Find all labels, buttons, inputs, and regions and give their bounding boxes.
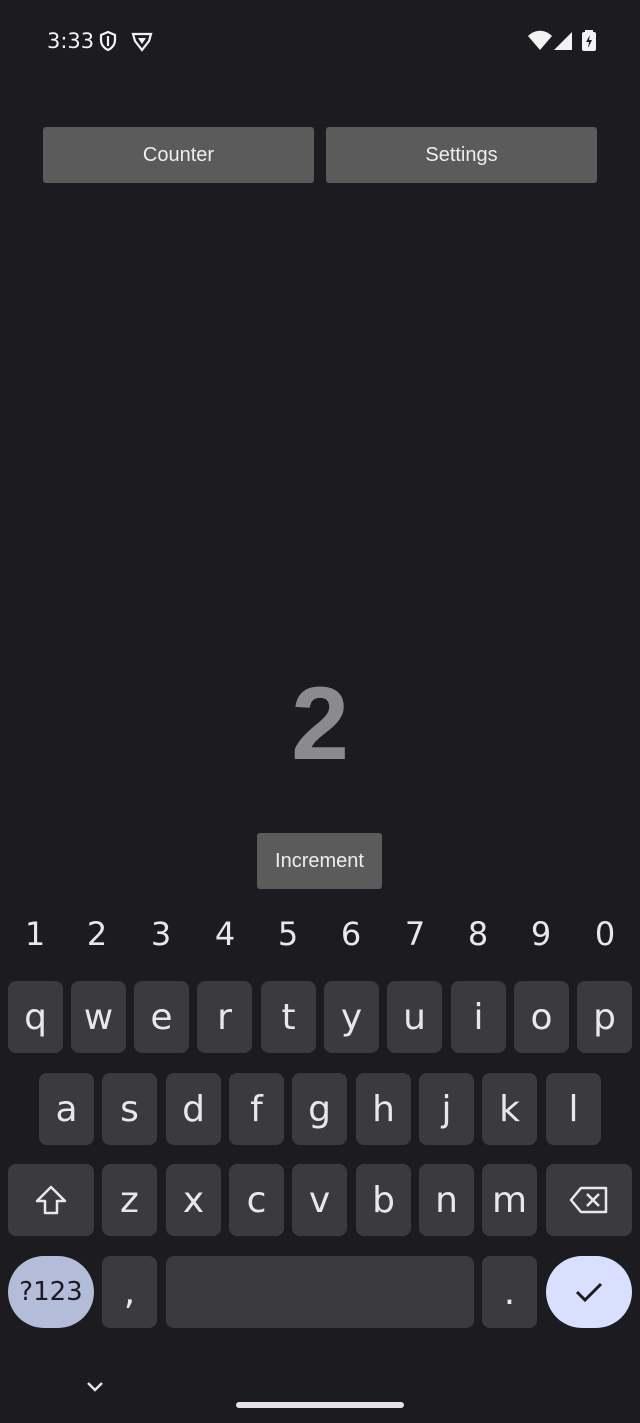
key-v[interactable]: v <box>292 1164 347 1236</box>
key-z[interactable]: z <box>102 1164 157 1236</box>
backspace-icon <box>569 1186 608 1214</box>
key-n[interactable]: n <box>419 1164 474 1236</box>
key-b[interactable]: b <box>356 1164 411 1236</box>
key-4[interactable]: 4 <box>205 914 245 954</box>
shift-key[interactable] <box>8 1164 94 1236</box>
key-x[interactable]: x <box>166 1164 221 1236</box>
backspace-key[interactable] <box>546 1164 632 1236</box>
key-f[interactable]: f <box>229 1073 284 1145</box>
symbols-key[interactable]: ?123 <box>8 1256 94 1328</box>
key-e[interactable]: e <box>134 981 189 1053</box>
counter-value: 2 <box>291 666 349 782</box>
vpn-shield-icon <box>131 32 153 52</box>
key-i[interactable]: i <box>451 981 506 1053</box>
key-m[interactable]: m <box>482 1164 537 1236</box>
key-r[interactable]: r <box>197 981 252 1053</box>
key-6[interactable]: 6 <box>331 914 371 954</box>
key-w[interactable]: w <box>71 981 126 1053</box>
key-s[interactable]: s <box>102 1073 157 1145</box>
key-g[interactable]: g <box>292 1073 347 1145</box>
signal-icon <box>554 32 572 50</box>
key-h[interactable]: h <box>356 1073 411 1145</box>
key-9[interactable]: 9 <box>521 914 561 954</box>
key-t[interactable]: t <box>261 981 316 1053</box>
period-key[interactable]: . <box>482 1256 537 1328</box>
key-5[interactable]: 5 <box>268 914 308 954</box>
keyboard-hide-chevron-icon[interactable] <box>84 1376 106 1398</box>
key-l[interactable]: l <box>546 1073 601 1145</box>
tab-settings[interactable]: Settings <box>326 127 597 183</box>
shield-icon <box>99 30 117 52</box>
key-1[interactable]: 1 <box>15 914 55 954</box>
space-key[interactable] <box>166 1256 474 1328</box>
status-bar: 3:33 <box>0 0 640 80</box>
key-c[interactable]: c <box>229 1164 284 1236</box>
keyboard-number-row: 1 2 3 4 5 6 7 8 9 0 <box>0 914 640 954</box>
gesture-nav-handle[interactable] <box>236 1402 404 1408</box>
key-0[interactable]: 0 <box>585 914 625 954</box>
battery-icon <box>582 30 596 51</box>
checkmark-icon <box>575 1282 603 1303</box>
tab-counter[interactable]: Counter <box>43 127 314 183</box>
key-k[interactable]: k <box>482 1073 537 1145</box>
key-j[interactable]: j <box>419 1073 474 1145</box>
key-u[interactable]: u <box>387 981 442 1053</box>
increment-button[interactable]: Increment <box>257 833 382 889</box>
key-3[interactable]: 3 <box>141 914 181 954</box>
key-y[interactable]: y <box>324 981 379 1053</box>
key-a[interactable]: a <box>39 1073 94 1145</box>
key-q[interactable]: q <box>8 981 63 1053</box>
key-2[interactable]: 2 <box>77 914 117 954</box>
key-o[interactable]: o <box>514 981 569 1053</box>
key-d[interactable]: d <box>166 1073 221 1145</box>
key-7[interactable]: 7 <box>395 914 435 954</box>
key-8[interactable]: 8 <box>458 914 498 954</box>
comma-key[interactable]: , <box>102 1256 157 1328</box>
wifi-icon <box>528 30 552 50</box>
status-time: 3:33 <box>47 29 95 53</box>
soft-keyboard: 1 2 3 4 5 6 7 8 9 0 q w e r t y u i o p … <box>0 896 640 1423</box>
key-p[interactable]: p <box>577 981 632 1053</box>
shift-icon <box>35 1185 67 1215</box>
enter-key[interactable] <box>546 1256 632 1328</box>
